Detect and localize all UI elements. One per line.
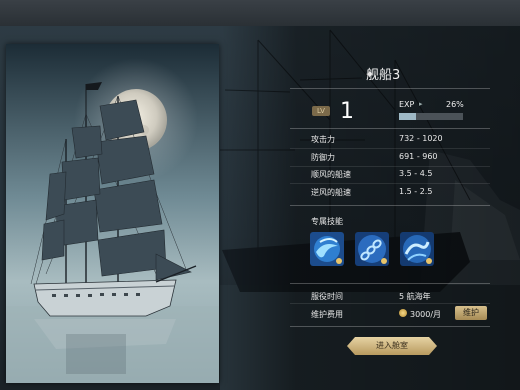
exp-percent: 26%: [446, 100, 464, 109]
exp-progress-fill: [399, 113, 416, 120]
exp-progress-bar: [399, 113, 463, 120]
exp-arrow-icon: ▸: [419, 100, 423, 108]
chain-skill-icon[interactable]: [355, 232, 389, 266]
stat-label-tailwind-speed: 顺风的船速: [311, 170, 351, 179]
ship-name: 舰船3: [366, 68, 401, 83]
maintenance-cost-value: 3000/月: [410, 310, 442, 319]
top-bar: [0, 0, 520, 26]
divider: [290, 205, 490, 206]
level-value: 1: [340, 99, 354, 124]
stat-value-tailwind-speed: 3.5 - 4.5: [399, 169, 433, 178]
divider: [290, 183, 490, 184]
water-swirl-skill-icon[interactable]: [310, 232, 344, 266]
ship-illustration: [6, 44, 219, 383]
maintain-button[interactable]: 维护: [455, 306, 487, 320]
stat-label-attack: 攻击力: [311, 135, 335, 144]
divider: [290, 283, 490, 284]
stat-value-defense: 691 - 960: [399, 152, 438, 161]
wave-skill-icon[interactable]: [400, 232, 434, 266]
level-badge: LV: [312, 106, 330, 116]
ship-portrait-card: [6, 44, 219, 383]
stat-label-headwind-speed: 逆风的船速: [311, 188, 351, 197]
service-time-label: 服役时间: [311, 292, 343, 301]
exclusive-skills-label: 专属技能: [311, 217, 343, 226]
service-time-value: 5 航海年: [399, 292, 431, 301]
coin-icon: [399, 309, 407, 317]
divider: [290, 88, 490, 89]
maintenance-cost-label: 维护费用: [311, 310, 343, 319]
divider: [290, 303, 490, 304]
stat-label-defense: 防御力: [311, 153, 335, 162]
enter-cabin-label: 进入舱室: [376, 341, 408, 350]
stat-value-headwind-speed: 1.5 - 2.5: [399, 187, 433, 196]
divider: [290, 128, 490, 129]
stat-value-attack: 732 - 1020: [399, 134, 443, 143]
divider: [290, 148, 490, 149]
divider: [290, 166, 490, 167]
divider: [290, 326, 490, 327]
exp-label: EXP: [399, 100, 415, 109]
enter-cabin-button[interactable]: 进入舱室: [347, 337, 437, 355]
